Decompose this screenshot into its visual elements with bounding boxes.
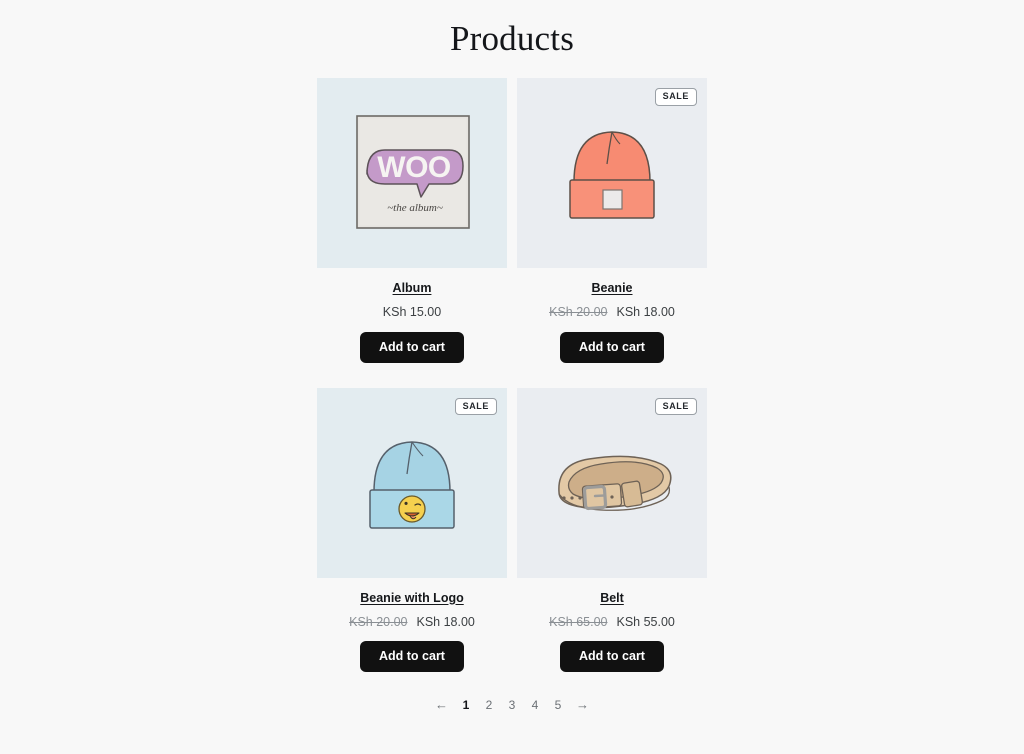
svg-text:WOO: WOO bbox=[377, 151, 451, 184]
product-price: KSh 65.00 KSh 55.00 bbox=[549, 614, 675, 630]
product-image-beanie[interactable]: SALE bbox=[517, 78, 707, 268]
add-to-cart-button[interactable]: Add to cart bbox=[360, 641, 464, 672]
product-grid: WOO ~the album~ Album KSh 15.00 Add to c… bbox=[317, 78, 707, 672]
products-page: Products WOO ~the album~ Album KSh 15.00… bbox=[0, 0, 1024, 754]
product-image-belt[interactable]: SALE bbox=[517, 387, 707, 578]
sale-badge: SALE bbox=[654, 88, 697, 106]
add-to-cart-button[interactable]: Add to cart bbox=[560, 641, 664, 672]
price-regular: KSh 20.00 bbox=[549, 305, 608, 320]
product-card-album[interactable]: WOO ~the album~ Album KSh 15.00 Add to c… bbox=[317, 78, 507, 363]
product-title[interactable]: Beanie with Logo bbox=[360, 590, 463, 606]
pagination: ← 1 2 3 4 5 → bbox=[0, 698, 1024, 711]
add-to-cart-button[interactable]: Add to cart bbox=[560, 331, 664, 363]
price-current: KSh 18.00 bbox=[416, 614, 475, 629]
pagination-page-2[interactable]: 2 bbox=[484, 699, 494, 711]
coral-beanie-icon bbox=[569, 131, 655, 219]
pagination-prev-arrow[interactable]: ← bbox=[435, 698, 448, 711]
pagination-page-4[interactable]: 4 bbox=[530, 699, 540, 711]
price-current: KSh 18.00 bbox=[616, 305, 675, 320]
woo-album-cover-icon: WOO ~the album~ bbox=[356, 115, 470, 229]
product-card-beanie-with-logo[interactable]: SALE Beanie with Logo KSh 20.00 KSh 18.0… bbox=[317, 387, 507, 672]
page-title: Products bbox=[449, 19, 575, 58]
product-price: KSh 15.00 bbox=[383, 304, 441, 320]
price-current: KSh 15.00 bbox=[382, 305, 442, 320]
product-title[interactable]: Beanie bbox=[592, 280, 633, 296]
pagination-page-5[interactable]: 5 bbox=[553, 699, 563, 711]
product-image-album[interactable]: WOO ~the album~ bbox=[317, 78, 507, 268]
product-card-belt[interactable]: SALE Belt KSh 65.00 KSh 55.00 Add to car… bbox=[517, 387, 707, 672]
product-price: KSh 20.00 KSh 18.00 bbox=[549, 304, 675, 320]
price-regular: KSh 20.00 bbox=[349, 614, 408, 629]
pagination-page-3[interactable]: 3 bbox=[507, 699, 517, 711]
tan-leather-belt-icon bbox=[558, 455, 672, 511]
price-current: KSh 55.00 bbox=[616, 614, 675, 629]
add-to-cart-button[interactable]: Add to cart bbox=[360, 331, 464, 363]
blue-beanie-logo-icon bbox=[369, 440, 455, 529]
product-image-beanie-with-logo[interactable]: SALE bbox=[317, 387, 507, 578]
sale-badge: SALE bbox=[654, 397, 697, 416]
product-price: KSh 20.00 KSh 18.00 bbox=[349, 614, 475, 630]
sale-badge: SALE bbox=[454, 397, 497, 416]
product-title[interactable]: Album bbox=[393, 280, 432, 296]
pagination-next-arrow[interactable]: → bbox=[576, 698, 589, 711]
product-card-beanie[interactable]: SALE Beanie KSh 20.00 KSh 18.00 Add to c… bbox=[517, 78, 707, 363]
price-regular: KSh 65.00 bbox=[549, 614, 608, 629]
product-title[interactable]: Belt bbox=[600, 590, 624, 606]
pagination-page-1[interactable]: 1 bbox=[461, 699, 471, 711]
svg-text:~the album~: ~the album~ bbox=[387, 202, 443, 214]
